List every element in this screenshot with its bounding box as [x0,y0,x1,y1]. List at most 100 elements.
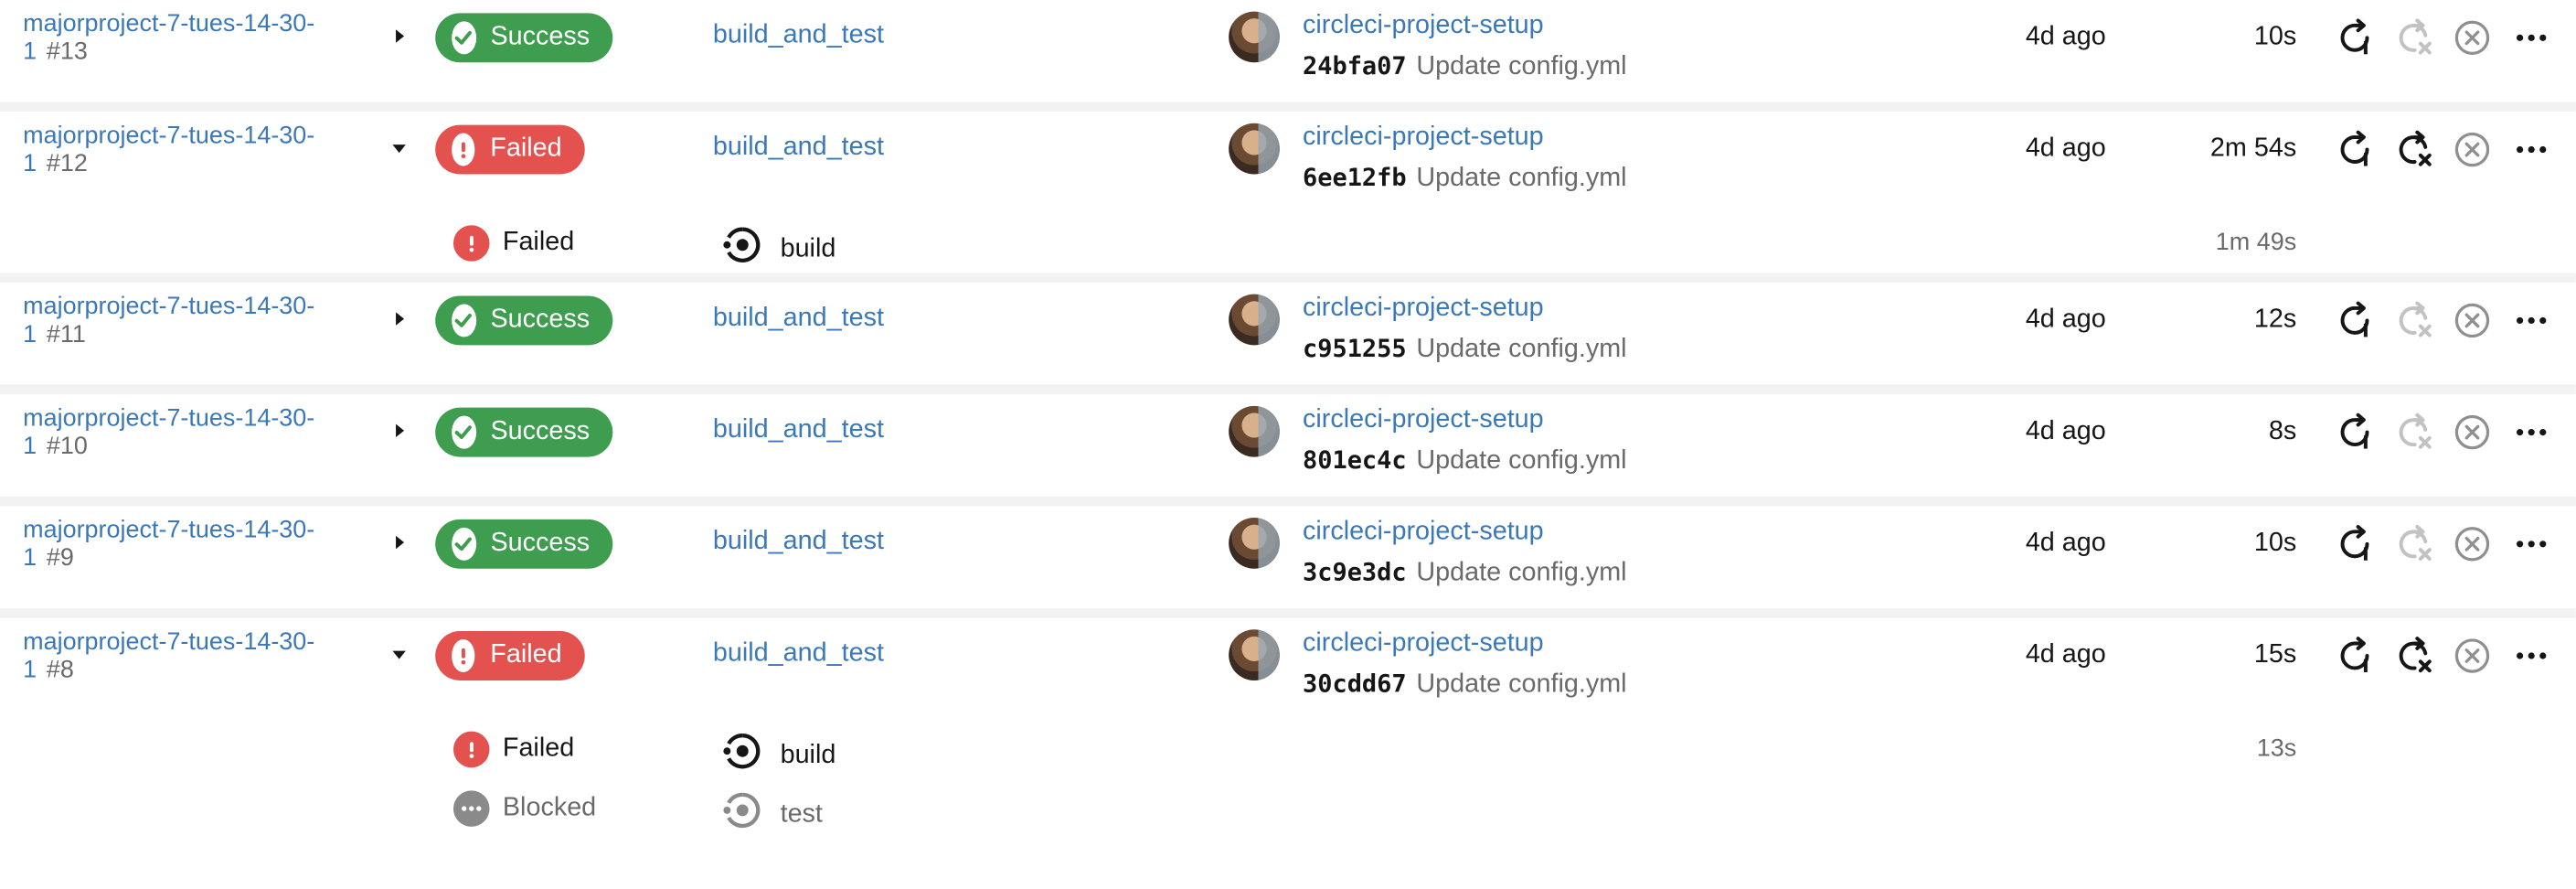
check-circle-icon [452,415,476,449]
rerun-icon[interactable] [2336,524,2375,563]
pipeline-row[interactable]: majorproject-7-tues-14-30-1 #12 Failed buil… [0,112,2576,213]
rerun-failed-icon[interactable] [2395,412,2434,452]
more-icon[interactable] [2512,301,2551,340]
rerun-failed-icon[interactable] [2395,18,2434,58]
rerun-icon[interactable] [2336,301,2375,340]
commit-author-link[interactable]: circleci-project-setup [1303,12,1544,41]
rerun-icon[interactable] [2336,636,2375,675]
more-icon[interactable] [2512,636,2551,675]
duration: 10s [2253,529,2297,558]
commit-line: 30cdd67 Update config.yml [1303,669,1627,700]
job-status-label: Blocked [502,793,597,822]
more-icon[interactable] [2512,524,2551,563]
commit-sha[interactable]: 801ec4c [1303,445,1407,475]
avatar [1229,405,1280,457]
rerun-icon[interactable] [2336,130,2375,169]
rerun-icon[interactable] [2336,412,2375,452]
pipeline-row[interactable]: majorproject-7-tues-14-30-1 #9 Success buil… [0,506,2576,607]
chevron-right-icon[interactable] [388,307,410,330]
status-badge[interactable]: Success [435,13,613,63]
commit-sha[interactable]: 3c9e3dc [1303,557,1407,586]
pipeline-project[interactable]: majorproject-7-tues-14-30-1 #11 [23,293,351,348]
pipeline-row[interactable]: majorproject-7-tues-14-30-1 #10 Success bui… [0,394,2576,496]
chevron-down-icon[interactable] [388,136,410,159]
status-badge[interactable]: Success [435,519,613,569]
cancel-icon[interactable] [2453,636,2492,675]
job-duration: 1m 49s [2215,228,2297,257]
rerun-failed-icon[interactable] [2395,636,2434,675]
commit-author-link[interactable]: circleci-project-setup [1303,123,1544,153]
status-badge[interactable]: Failed [435,124,585,175]
pipeline-row[interactable]: majorproject-7-tues-14-30-1 #13 Success bui… [0,0,2576,102]
commit-line: 801ec4c Update config.yml [1303,445,1627,477]
commit-author-link[interactable]: circleci-project-setup [1303,406,1544,435]
commit-message: Update config.yml [1416,670,1627,699]
pipeline-row[interactable]: majorproject-7-tues-14-30-1 #11 Success bui… [0,283,2576,384]
commit-sha[interactable]: c951255 [1303,334,1407,363]
more-icon[interactable] [2512,412,2551,452]
commit-author-link[interactable]: circleci-project-setup [1303,295,1544,324]
workflow-link[interactable]: build_and_test [713,304,884,333]
status-label: Failed [490,640,562,669]
rerun-failed-icon[interactable] [2395,130,2434,169]
commit-sha[interactable]: 24bfa07 [1303,51,1407,80]
cancel-icon[interactable] [2453,524,2492,563]
cancel-icon[interactable] [2453,130,2492,169]
pipeline-project[interactable]: majorproject-7-tues-14-30-1 #9 [23,516,351,572]
status-badge[interactable]: Failed [435,631,585,680]
rerun-icon[interactable] [2336,18,2375,58]
more-icon[interactable] [2512,130,2551,169]
cancel-icon[interactable] [2453,301,2492,340]
workflow-link[interactable]: build_and_test [713,21,884,50]
duration: 15s [2253,640,2297,669]
workflow-link[interactable]: build_and_test [713,416,884,445]
workflow-link[interactable]: build_and_test [713,134,884,163]
workflow-link[interactable]: build_and_test [713,528,884,557]
start-time: 4d ago [2025,134,2106,163]
chevron-right-icon[interactable] [388,25,410,48]
status-badge[interactable]: Success [435,407,613,457]
job-row[interactable]: Blocked test [0,779,2576,839]
commit-line: 24bfa07 Update config.yml [1303,51,1627,82]
pipeline-project[interactable]: majorproject-7-tues-14-30-1 #10 [23,404,351,460]
status-label: Success [490,529,591,558]
pipeline-project[interactable]: majorproject-7-tues-14-30-1 #8 [23,627,351,683]
row-divider [0,496,2576,507]
pipeline-number: #12 [46,149,88,178]
chevron-down-icon[interactable] [388,643,410,666]
chevron-right-icon[interactable] [388,419,410,442]
workflow-link[interactable]: build_and_test [713,639,884,669]
dots-circle-icon [452,790,490,827]
job-row[interactable]: Failed build 1m 49s [0,214,2576,273]
job-row[interactable]: Failed build 13s [0,720,2576,779]
more-icon[interactable] [2512,18,2551,58]
commit-sha[interactable]: 30cdd67 [1303,669,1407,698]
status-label: Success [490,23,591,51]
job-icon [723,790,781,838]
cancel-icon[interactable] [2453,412,2492,452]
status-badge[interactable]: Success [435,295,613,346]
pipeline-project[interactable]: majorproject-7-tues-14-30-1 #13 [23,10,351,66]
rerun-failed-icon[interactable] [2395,524,2434,563]
cancel-icon[interactable] [2453,18,2492,58]
check-circle-icon [452,304,476,337]
job-icon [723,732,781,779]
job-status-label: Failed [502,228,575,257]
job-name[interactable]: build [723,732,836,779]
pipeline-project[interactable]: majorproject-7-tues-14-30-1 #12 [23,122,351,177]
check-circle-icon [452,21,476,55]
job-name[interactable]: build [723,225,836,273]
start-time: 4d ago [2025,417,2106,445]
job-name[interactable]: test [723,790,823,838]
pipeline-row[interactable]: majorproject-7-tues-14-30-1 #8 Failed build… [0,618,2576,720]
commit-line: 6ee12fb Update config.yml [1303,163,1627,194]
commit-sha[interactable]: 6ee12fb [1303,163,1407,192]
pipeline-13: majorproject-7-tues-14-30-1 #13 Success bui… [0,0,2576,102]
pipeline-number: #13 [46,37,88,66]
duration: 2m 54s [2209,134,2297,163]
status-label: Failed [490,134,562,163]
chevron-right-icon[interactable] [388,530,410,553]
commit-author-link[interactable]: circleci-project-setup [1303,518,1544,547]
commit-author-link[interactable]: circleci-project-setup [1303,629,1544,659]
rerun-failed-icon[interactable] [2395,301,2434,340]
